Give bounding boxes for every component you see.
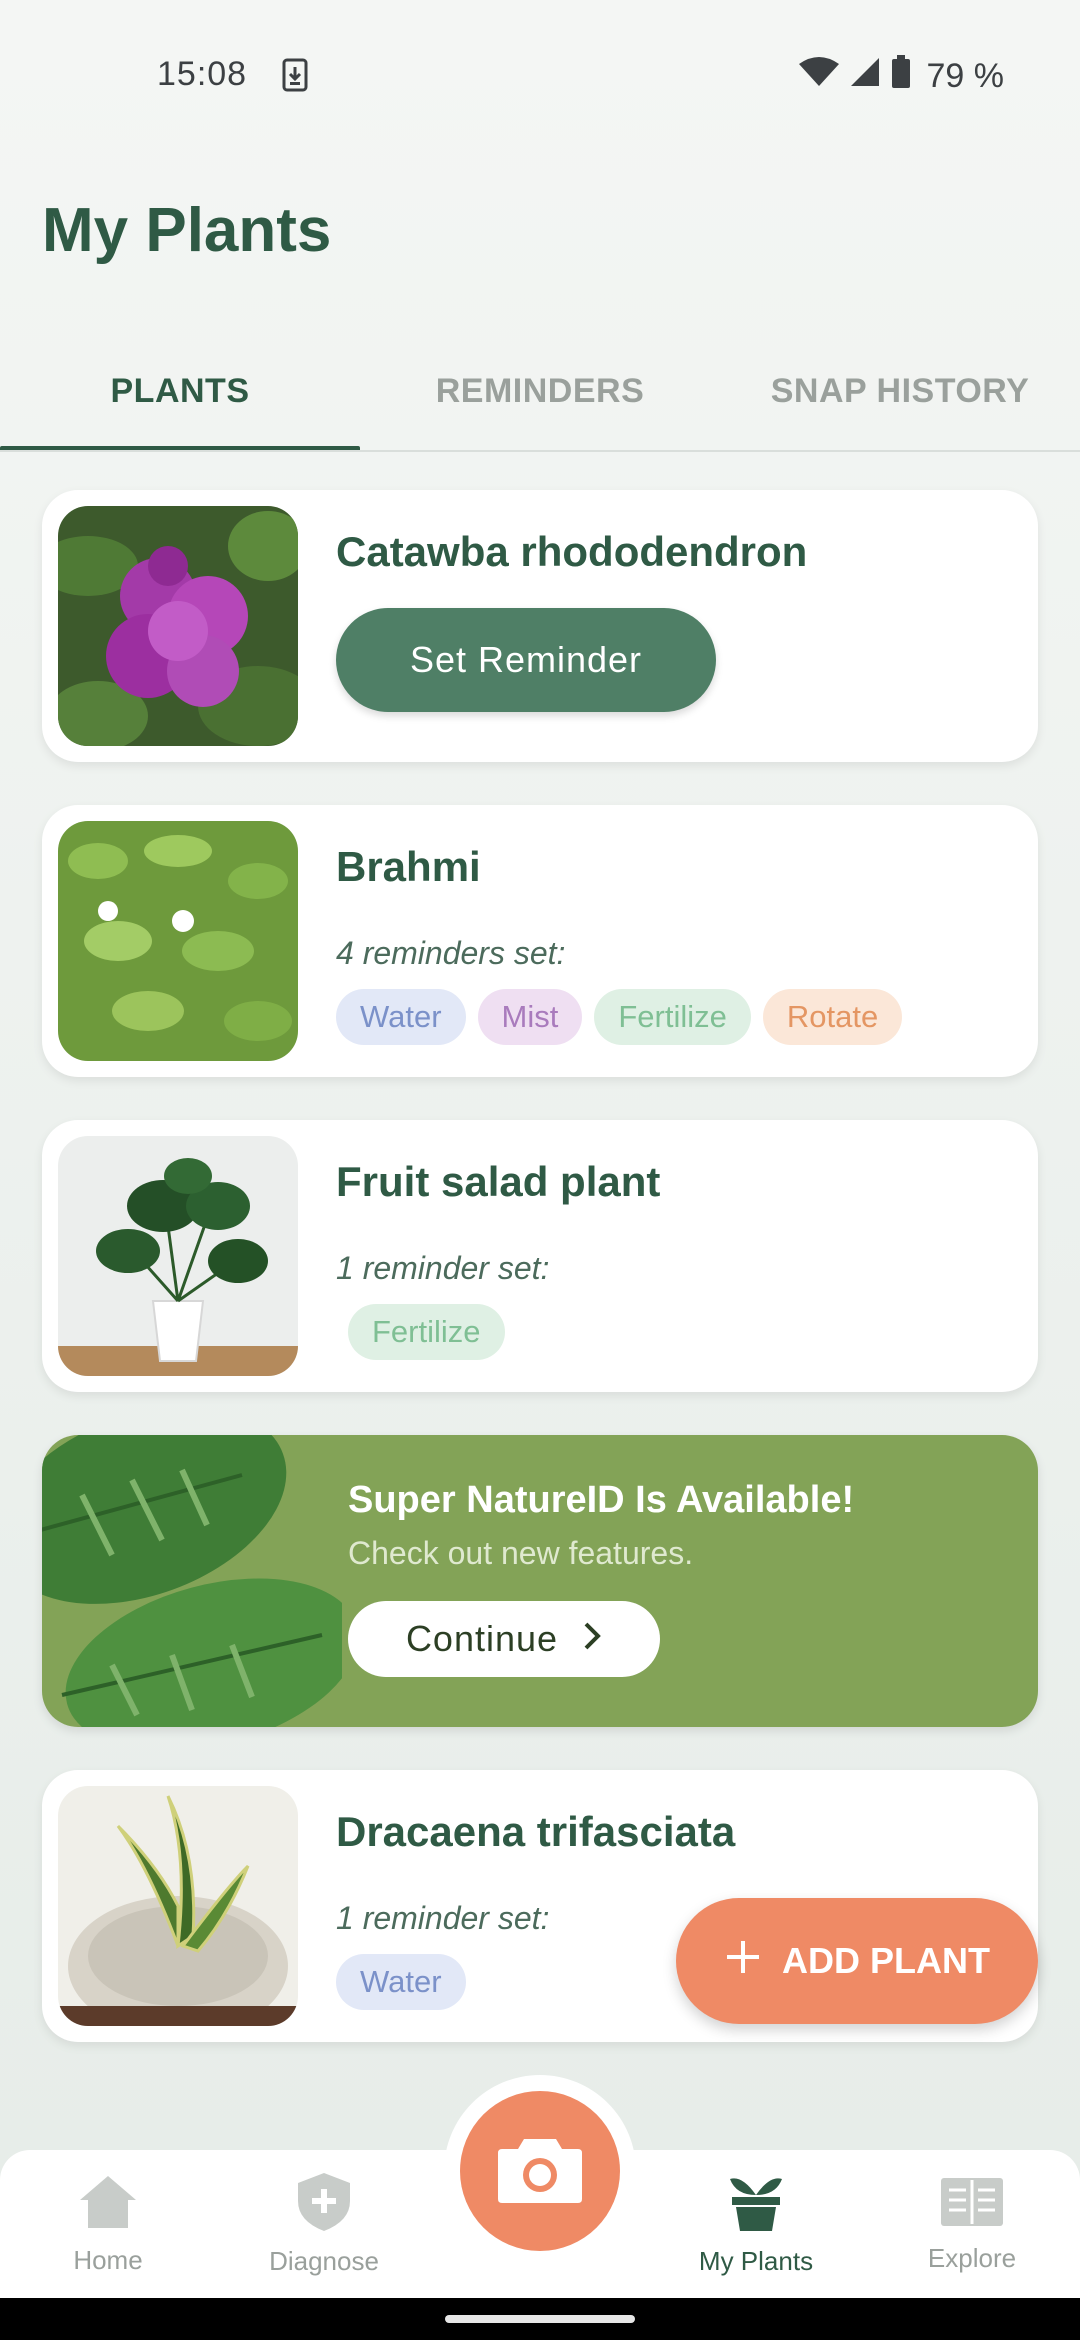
chip-water: Water — [336, 1954, 466, 2010]
plant-name: Fruit salad plant — [336, 1158, 661, 1205]
nav-label: My Plants — [698, 2246, 814, 2276]
home-icon — [76, 2172, 140, 2239]
plant-name: Dracaena trifasciata — [336, 1808, 736, 1855]
status-right: 79 % — [798, 55, 1005, 98]
plant-image-dracaena — [58, 1786, 298, 2026]
camera-button[interactable] — [460, 2091, 620, 2251]
continue-label: Continue — [405, 1618, 559, 1659]
status-time: 15:08 — [157, 55, 248, 93]
reminder-count: 1 reminder set: — [336, 1250, 550, 1286]
tab-bar: PLANTS REMINDERS SNAP HISTORY — [0, 330, 1080, 452]
chip-mist: Mist — [477, 989, 583, 1045]
chevron-right-icon — [582, 1618, 602, 1660]
book-icon — [939, 2174, 1005, 2237]
plant-card-fruit-salad[interactable]: Fruit salad plant 1 reminder set: Fertil… — [42, 1120, 1038, 1392]
reminder-chips: Water Mist Fertilize Rotate — [336, 989, 903, 1045]
chip-fertilize: Fertilize — [594, 989, 751, 1045]
plant-name: Brahmi — [336, 843, 481, 890]
nav-label: Explore — [927, 2243, 1017, 2273]
add-plant-button[interactable]: ADD PLANT — [676, 1898, 1038, 2024]
promo-banner[interactable]: Super NatureID Is Available! Check out n… — [42, 1435, 1038, 1727]
plant-card-brahmi[interactable]: Brahmi 4 reminders set: Water Mist Ferti… — [42, 805, 1038, 1077]
add-plant-label: ADD PLANT — [782, 1940, 990, 1981]
page-title: My Plants — [42, 196, 332, 265]
nav-diagnose[interactable]: Diagnose — [224, 2150, 424, 2298]
plus-icon — [724, 1938, 762, 1985]
continue-button[interactable]: Continue — [348, 1601, 660, 1677]
plant-pot-icon — [728, 2171, 784, 2240]
reminder-count: 4 reminders set: — [336, 935, 566, 971]
tabs-divider — [0, 450, 1080, 452]
plant-card-catawba[interactable]: Catawba rhododendron Set Reminder — [42, 490, 1038, 762]
nav-label: Diagnose — [269, 2246, 379, 2276]
reminder-chips: Water — [336, 1954, 466, 2010]
tab-plants[interactable]: PLANTS — [0, 330, 360, 452]
promo-title: Super NatureID Is Available! — [348, 1479, 855, 1521]
status-bar: 15:08 79 % — [0, 0, 1080, 150]
nav-my-plants[interactable]: My Plants — [656, 2150, 856, 2298]
promo-subtitle: Check out new features. — [348, 1535, 694, 1571]
tab-reminders[interactable]: REMINDERS — [360, 330, 720, 452]
nav-label: Home — [73, 2245, 143, 2275]
wifi-icon — [798, 56, 839, 97]
chip-water: Water — [336, 989, 466, 1045]
reminder-chips: Fertilize — [348, 1304, 505, 1360]
download-status-icon — [282, 58, 308, 101]
nav-explore[interactable]: Explore — [872, 2150, 1072, 2298]
reminder-count: 1 reminder set: — [336, 1900, 550, 1936]
chip-rotate: Rotate — [762, 989, 903, 1045]
home-gesture-handle[interactable] — [445, 2315, 635, 2323]
set-reminder-button[interactable]: Set Reminder — [336, 608, 716, 712]
plant-image-monstera — [58, 1136, 298, 1376]
nav-home[interactable]: Home — [8, 2150, 208, 2298]
battery-icon — [891, 55, 911, 98]
monstera-leaf-illustration — [42, 1435, 342, 1727]
plant-name: Catawba rhododendron — [336, 528, 808, 575]
plant-image-brahmi — [58, 821, 298, 1061]
camera-icon — [496, 2133, 584, 2210]
battery-percent: 79 % — [926, 57, 1005, 95]
tab-snap-history[interactable]: SNAP HISTORY — [720, 330, 1080, 452]
plant-image-rhododendron — [58, 506, 298, 746]
chip-fertilize: Fertilize — [348, 1304, 505, 1360]
shield-plus-icon — [296, 2171, 352, 2240]
screen: 15:08 79 % My Plants PLANTS REMINDERS SN… — [0, 0, 1080, 2340]
signal-icon — [849, 56, 881, 97]
